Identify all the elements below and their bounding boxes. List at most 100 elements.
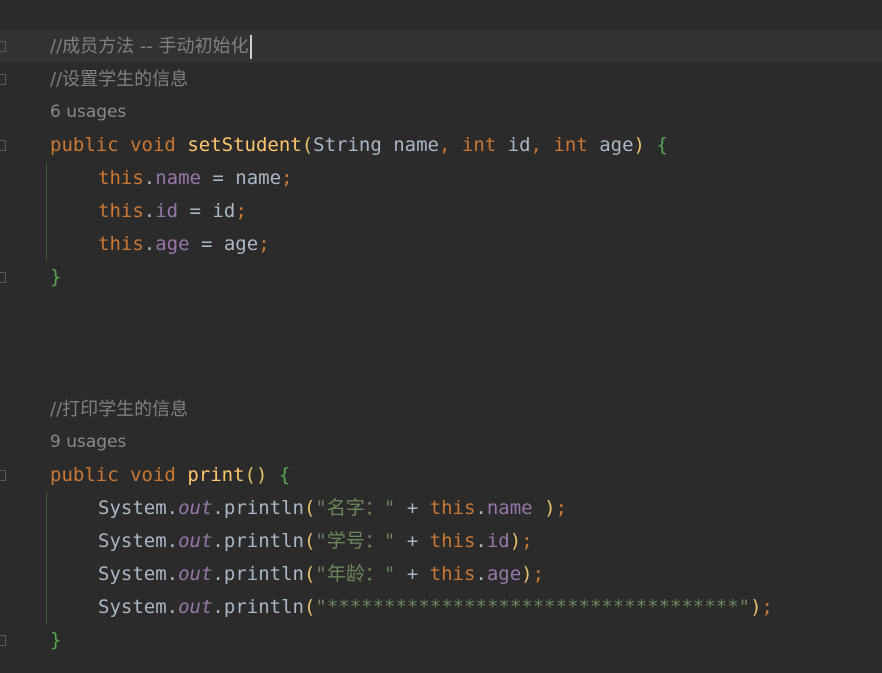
parens: ()	[244, 464, 268, 486]
open-paren: (	[301, 134, 314, 156]
usages-hint[interactable]: 9 usages	[0, 426, 882, 459]
semicolon: ;	[258, 233, 270, 255]
code-editor[interactable]: //成员方法 -- 手动初始化 //设置学生的信息 6 usages publi…	[0, 0, 882, 673]
semicolon: ;	[281, 167, 293, 189]
param-type: int	[553, 134, 588, 156]
code-line[interactable]: this.name = name;	[0, 162, 882, 195]
statement: System.out.println("学号：" + this.id);	[98, 525, 533, 558]
assignment: = id	[178, 200, 236, 222]
dot: .	[166, 563, 179, 585]
string-literal: "学号："	[315, 530, 396, 552]
statement: System.out.println("********************…	[98, 591, 773, 624]
statement: this.id = id;	[98, 195, 247, 228]
keyword-void: void	[130, 464, 176, 486]
dot: .	[143, 233, 156, 255]
method-signature: public void setStudent(String name, int …	[50, 129, 668, 162]
method-call: println	[223, 563, 304, 585]
close-brace: }	[50, 266, 62, 288]
static-field: out	[178, 530, 213, 552]
open-brace: {	[278, 464, 291, 486]
code-line[interactable]: this.id = id;	[0, 195, 882, 228]
code-line[interactable]: }	[0, 624, 882, 657]
code-line[interactable]: System.out.println("学号：" + this.id);	[0, 525, 882, 558]
open-paren: (	[303, 497, 316, 519]
code-line[interactable]: System.out.println("名字：" + this.name );	[0, 492, 882, 525]
statement: System.out.println("年龄：" + this.age);	[98, 558, 544, 591]
usages-link[interactable]: 9 usages	[50, 426, 126, 459]
semicolon: ;	[555, 497, 567, 519]
class-name: System	[98, 596, 167, 618]
comment: //打印学生的信息	[50, 399, 189, 420]
semicolon: ;	[235, 200, 247, 222]
method-name: setStudent	[187, 134, 302, 156]
field-name: age	[155, 233, 190, 255]
keyword-this: this	[98, 200, 144, 222]
semicolon: ;	[761, 596, 773, 618]
code-line[interactable]: this.age = age;	[0, 228, 882, 261]
keyword-public: public	[50, 464, 119, 486]
fold-marker-icon[interactable]	[0, 470, 6, 481]
close-paren: )	[544, 497, 556, 519]
method-call: println	[223, 596, 304, 618]
keyword-void: void	[130, 134, 176, 156]
string-literal: "年龄："	[315, 563, 396, 585]
statement: this.age = age;	[98, 228, 270, 261]
code-line[interactable]: public void setStudent(String name, int …	[0, 129, 882, 162]
param-name: id	[496, 134, 531, 156]
method-signature: public void print() {	[50, 459, 290, 492]
operator: +	[395, 497, 430, 519]
comment: //成员方法 -- 手动初始化	[50, 30, 252, 63]
keyword-public: public	[50, 134, 119, 156]
assignment: = name	[200, 167, 282, 189]
dot: .	[166, 497, 179, 519]
keyword-this: this	[429, 563, 476, 585]
statement: System.out.println("名字：" + this.name );	[98, 492, 567, 525]
method-call: println	[223, 497, 304, 519]
static-field: out	[178, 596, 213, 618]
field-name: id	[155, 200, 179, 222]
close-paren: )	[750, 596, 762, 618]
close-paren: )	[633, 134, 645, 156]
dot: .	[143, 167, 156, 189]
open-paren: (	[303, 596, 316, 618]
method-call: println	[223, 530, 304, 552]
string-literal: "************************************"	[315, 596, 751, 618]
param-type: int	[461, 134, 497, 156]
code-line[interactable]: }	[0, 261, 882, 294]
close-paren: )	[521, 563, 533, 585]
class-name: System	[98, 563, 167, 585]
comma: ,	[530, 134, 554, 156]
dot: .	[143, 200, 156, 222]
open-paren: (	[303, 563, 316, 585]
keyword-this: this	[429, 497, 476, 519]
usages-hint[interactable]: 6 usages	[0, 96, 882, 129]
dot: .	[166, 530, 179, 552]
code-line[interactable]: //打印学生的信息	[0, 393, 882, 426]
assignment: = age	[189, 233, 259, 255]
param-type: String	[313, 134, 382, 156]
fold-marker-icon[interactable]	[0, 635, 6, 646]
keyword-this: this	[429, 530, 476, 552]
code-line[interactable]: public void print() {	[0, 459, 882, 492]
code-line[interactable]: System.out.println("********************…	[0, 591, 882, 624]
comma: ,	[439, 134, 462, 156]
open-paren: (	[303, 530, 316, 552]
fold-marker-icon[interactable]	[0, 41, 6, 52]
comment: //设置学生的信息	[50, 69, 189, 90]
usages-link[interactable]: 6 usages	[50, 96, 126, 129]
fold-marker-icon[interactable]	[0, 140, 6, 151]
open-brace: {	[656, 134, 668, 156]
fold-marker-icon[interactable]	[0, 272, 6, 283]
code-line[interactable]: System.out.println("年龄：" + this.age);	[0, 558, 882, 591]
comment-text: //成员方法 -- 手动初始化	[50, 36, 249, 57]
semicolon: ;	[532, 563, 545, 585]
dot: .	[212, 497, 224, 519]
method-name: print	[187, 464, 245, 486]
code-line[interactable]: //设置学生的信息	[0, 63, 882, 96]
fold-marker-icon[interactable]	[0, 74, 6, 85]
dot: .	[475, 563, 487, 585]
field-name: age	[486, 563, 522, 585]
dot: .	[475, 530, 487, 552]
code-line[interactable]: //成员方法 -- 手动初始化	[0, 30, 882, 63]
field-name: id	[486, 530, 510, 552]
